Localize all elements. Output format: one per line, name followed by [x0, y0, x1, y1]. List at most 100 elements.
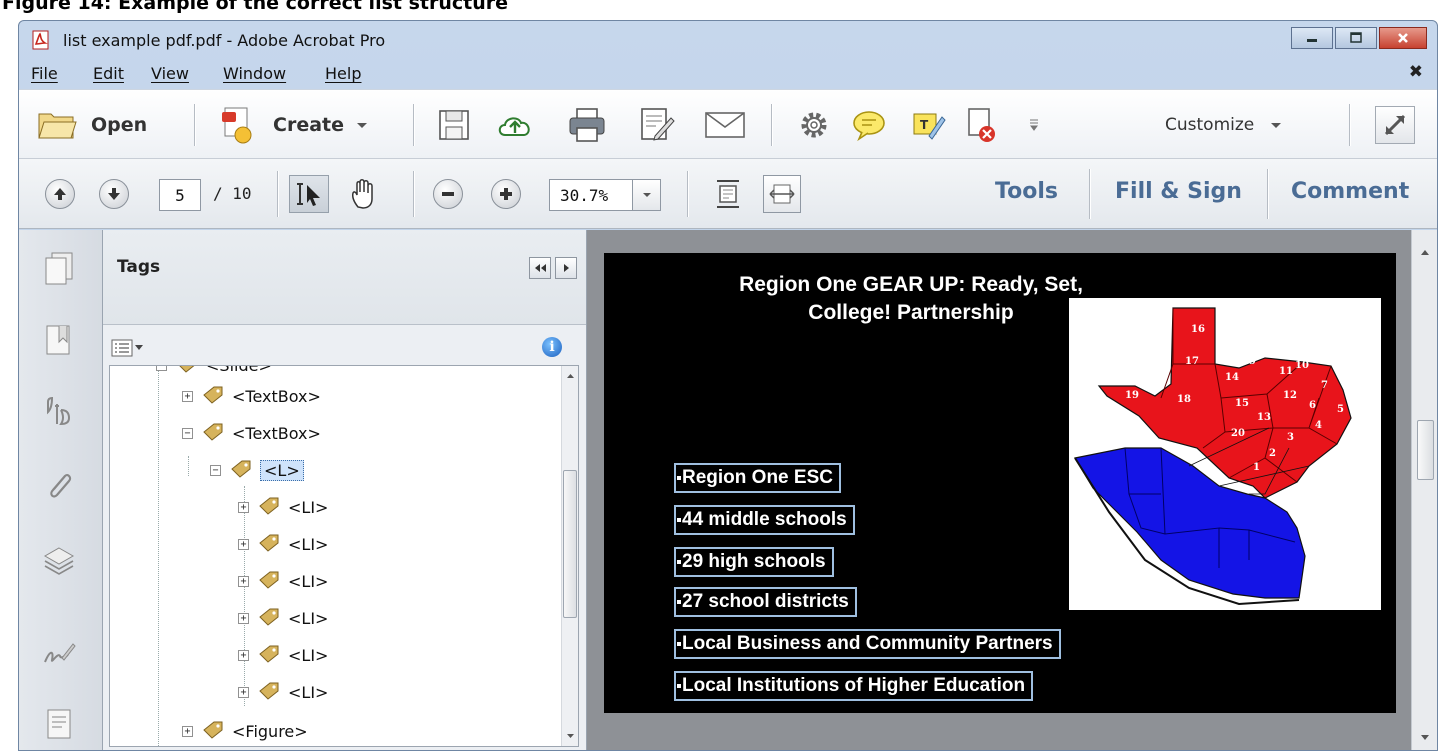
- map-label: 20: [1231, 428, 1245, 439]
- tree-item-list-item[interactable]: + <LI>: [238, 566, 328, 596]
- expand-icon[interactable]: +: [238, 575, 249, 587]
- save-icon[interactable]: [437, 108, 471, 142]
- tree-item-textbox[interactable]: + <TextBox>: [182, 381, 321, 411]
- tools-pane-link[interactable]: Tools: [995, 179, 1058, 204]
- customize-label: Customize: [1165, 115, 1255, 135]
- map-label: 3: [1287, 432, 1294, 443]
- fill-sign-pane-link[interactable]: Fill & Sign: [1115, 179, 1242, 204]
- layers-icon: [43, 547, 75, 575]
- tags-panel-title: Tags: [117, 257, 161, 277]
- bookmark-icon: [46, 325, 70, 355]
- tree-item-list-item[interactable]: + <LI>: [238, 529, 328, 559]
- close-document-icon[interactable]: ✖: [1409, 62, 1423, 82]
- comment-bubble-icon[interactable]: [851, 108, 887, 142]
- minus-icon: [442, 192, 454, 196]
- window-title: list example pdf.pdf - Adobe Acrobat Pro: [63, 31, 386, 50]
- expand-icon[interactable]: +: [182, 725, 193, 737]
- document-scroll-thumb[interactable]: [1417, 420, 1434, 480]
- expand-icon[interactable]: +: [238, 612, 249, 624]
- document-view: Region One GEAR UP: Ready, Set, College!…: [587, 230, 1437, 750]
- zoom-input[interactable]: 30.7%: [549, 179, 633, 211]
- zoom-in-button[interactable]: [491, 179, 521, 209]
- customize-button[interactable]: Customize: [1165, 110, 1284, 140]
- tags-button[interactable]: [41, 392, 77, 432]
- tree-item-textbox[interactable]: − <TextBox>: [182, 418, 321, 448]
- zoom-out-button[interactable]: [433, 179, 463, 209]
- menu-edit[interactable]: Edit: [93, 64, 124, 83]
- list-item: 44 middle schools: [674, 505, 855, 535]
- tree-item-list-item[interactable]: + <LI>: [238, 677, 328, 707]
- select-tool-button[interactable]: [289, 175, 329, 213]
- zoom-dropdown-button[interactable]: [633, 179, 661, 211]
- open-button[interactable]: Open: [37, 106, 147, 144]
- double-chevron-left-icon: [535, 264, 546, 272]
- expand-icon[interactable]: +: [182, 390, 193, 402]
- hand-tool-icon[interactable]: [349, 177, 381, 211]
- full-screen-button[interactable]: [1375, 106, 1415, 144]
- tree-item-figure[interactable]: + <Figure>: [182, 716, 308, 746]
- tree-scrollbar[interactable]: [561, 366, 578, 746]
- next-page-button[interactable]: [99, 179, 129, 209]
- comment-pane-link[interactable]: Comment: [1291, 179, 1409, 204]
- attachments-button[interactable]: [41, 466, 77, 506]
- info-icon[interactable]: i: [542, 337, 562, 357]
- print-icon[interactable]: [567, 106, 607, 144]
- create-label: Create: [273, 114, 344, 136]
- tag-icon: [259, 645, 279, 663]
- tree-item-list-item[interactable]: + <LI>: [238, 640, 328, 670]
- bookmarks-button[interactable]: [41, 320, 77, 360]
- expand-icon[interactable]: +: [238, 538, 249, 550]
- map-label: 17: [1185, 356, 1199, 367]
- expand-icon[interactable]: +: [238, 686, 249, 698]
- expand-icon[interactable]: +: [238, 649, 249, 661]
- expand-icon: [1384, 114, 1406, 136]
- tag-icon: [259, 534, 279, 552]
- navigation-pane: [19, 230, 103, 750]
- tags-options-button[interactable]: [111, 338, 145, 358]
- map-label: 6: [1309, 400, 1316, 411]
- menu-help[interactable]: Help: [325, 64, 361, 83]
- email-icon[interactable]: [703, 110, 747, 140]
- tree-item-list-item[interactable]: + <LI>: [238, 492, 328, 522]
- expand-panel-button[interactable]: [555, 257, 577, 279]
- highlight-text-icon[interactable]: T: [911, 108, 947, 142]
- more-tools-icon[interactable]: [1027, 118, 1041, 132]
- tree-item-slide[interactable]: − <Slide>: [156, 366, 272, 380]
- delete-page-icon[interactable]: [965, 106, 999, 144]
- signatures-button[interactable]: [41, 634, 77, 674]
- pdf-page: Region One GEAR UP: Ready, Set, College!…: [604, 253, 1396, 713]
- gear-icon[interactable]: [797, 108, 831, 142]
- layers-button[interactable]: [41, 540, 77, 580]
- menu-file[interactable]: File: [31, 64, 58, 83]
- menu-view[interactable]: View: [151, 64, 189, 83]
- tag-icon: [203, 423, 223, 441]
- fit-width-button[interactable]: [763, 175, 801, 213]
- collapse-icon[interactable]: −: [156, 366, 167, 371]
- chevron-right-icon: [564, 264, 569, 272]
- collapse-icon[interactable]: −: [210, 464, 221, 476]
- slide-title-line-1: Region One GEAR UP: Ready, Set,: [739, 273, 1083, 296]
- expand-icon[interactable]: +: [238, 501, 249, 513]
- collapse-icon[interactable]: −: [182, 427, 193, 439]
- page-thumbnails-button[interactable]: [41, 248, 77, 288]
- fit-page-icon[interactable]: [713, 177, 743, 211]
- select-cursor-icon: [297, 183, 320, 206]
- menu-window[interactable]: Window: [223, 64, 286, 83]
- maximize-button[interactable]: [1335, 27, 1377, 49]
- fit-width-icon: [769, 184, 795, 204]
- options-menu-icon: [111, 339, 143, 357]
- page-number-input[interactable]: 5: [159, 179, 201, 211]
- edit-document-icon[interactable]: [637, 106, 677, 144]
- tree-scroll-thumb[interactable]: [563, 470, 577, 618]
- tree-item-list[interactable]: − <L>: [210, 455, 304, 485]
- create-button[interactable]: Create: [219, 104, 370, 146]
- collapse-panel-button[interactable]: [529, 257, 551, 279]
- document-scrollbar[interactable]: [1411, 230, 1437, 750]
- close-button[interactable]: [1379, 27, 1427, 49]
- cloud-upload-icon[interactable]: [495, 108, 535, 142]
- tree-item-list-item[interactable]: + <LI>: [238, 603, 328, 633]
- previous-page-button[interactable]: [45, 179, 75, 209]
- toolbar-separator: [194, 104, 195, 146]
- content-button[interactable]: [41, 704, 77, 744]
- minimize-button[interactable]: [1291, 27, 1333, 49]
